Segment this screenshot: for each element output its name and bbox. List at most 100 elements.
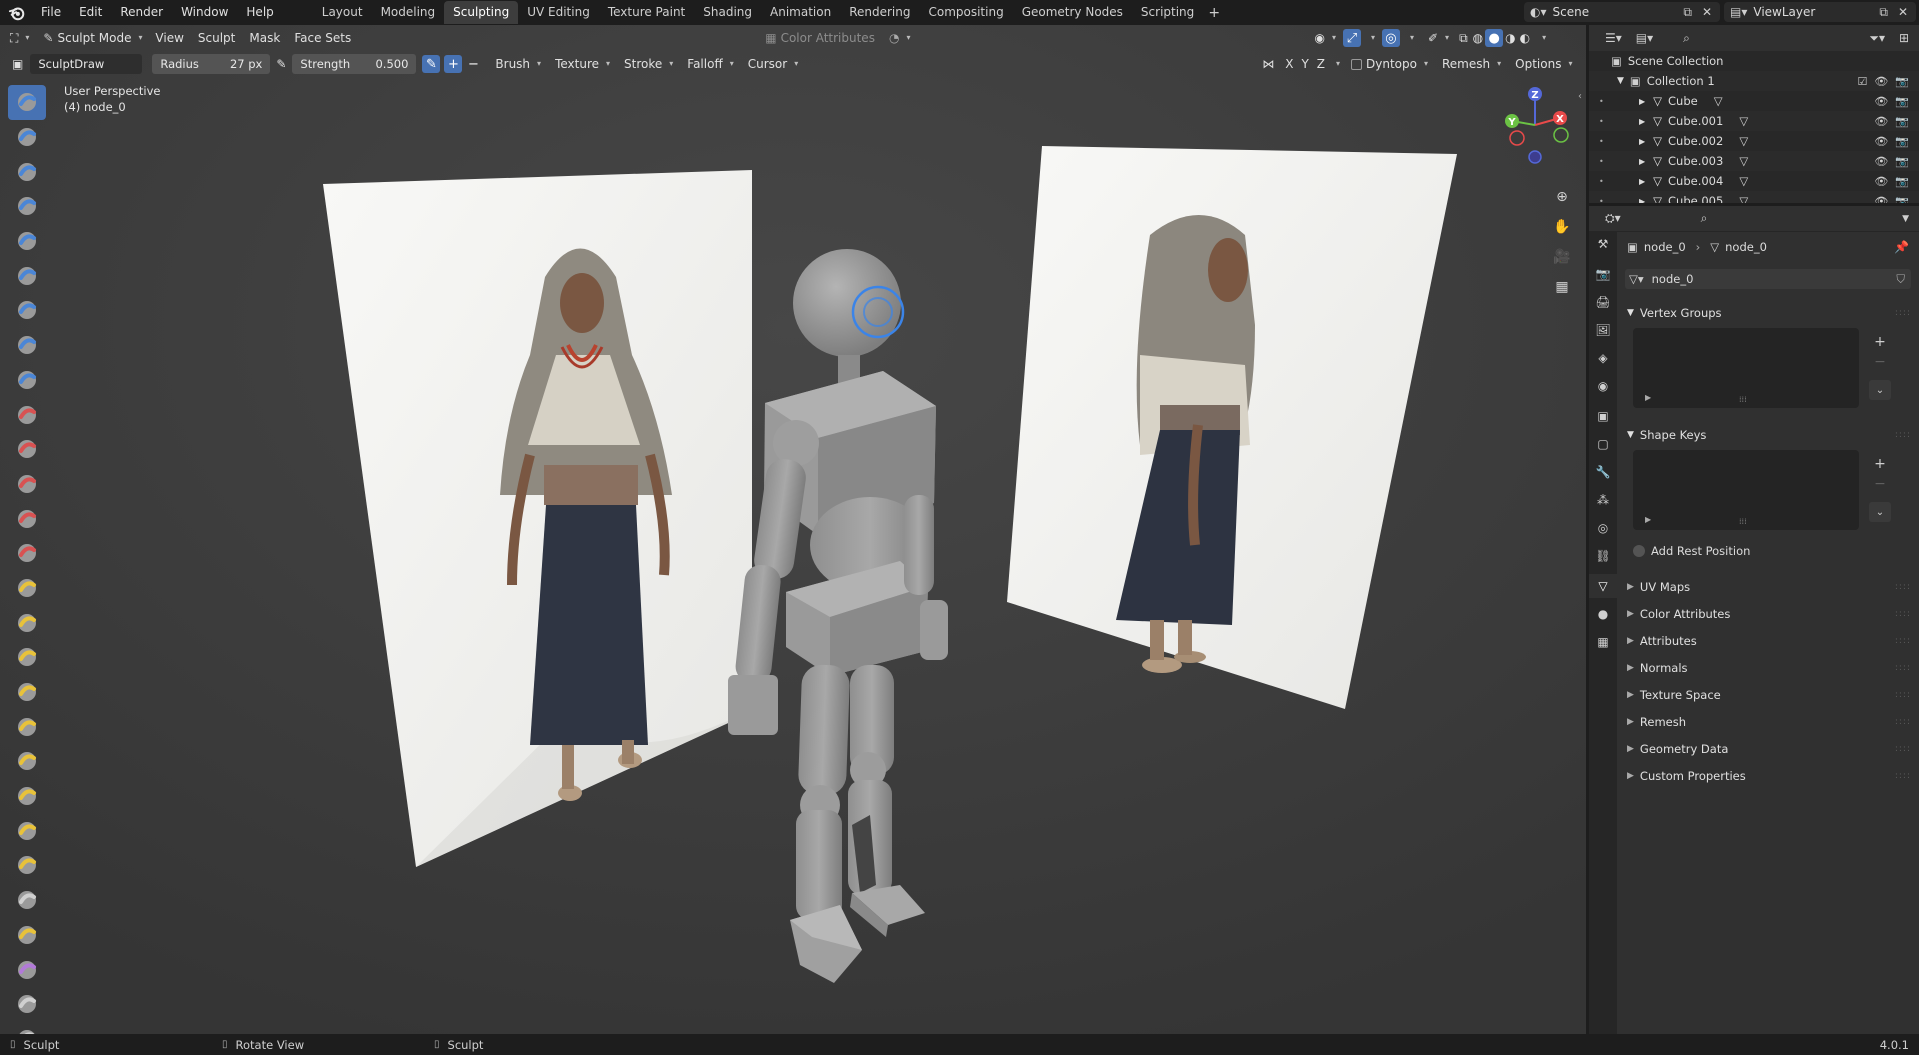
tool-boundary-icon[interactable] bbox=[8, 883, 46, 918]
brush-name-field[interactable]: SculptDraw bbox=[30, 54, 143, 74]
stroke-dropdown[interactable]: Stroke ▾ bbox=[617, 53, 680, 75]
tool-clay-thumb-icon[interactable] bbox=[8, 224, 46, 259]
properties-tab-modifiers-icon[interactable]: 🔧 bbox=[1589, 460, 1617, 484]
tool-clay-icon[interactable] bbox=[8, 154, 46, 189]
properties-tab-view-layer-icon[interactable]: 🖼 bbox=[1589, 318, 1617, 342]
properties-tab-object-data-icon[interactable]: ▽ bbox=[1589, 574, 1617, 598]
dyntopo-toggle[interactable]: Dyntopo ▾ bbox=[1344, 53, 1435, 75]
shape-key-remove-button[interactable]: − bbox=[1869, 474, 1891, 494]
properties-tab-tool-icon[interactable]: ⚒ bbox=[1589, 232, 1617, 256]
menu-render[interactable]: Render bbox=[111, 0, 172, 25]
shape-key-add-button[interactable]: + bbox=[1869, 454, 1891, 474]
tool-rotate-icon[interactable] bbox=[8, 813, 46, 848]
gizmo-dropdown[interactable]: ▾ bbox=[1361, 27, 1382, 49]
shape-keys-list-resize-icon[interactable]: ⁞⁞⁞ bbox=[1739, 517, 1747, 526]
strength-field[interactable]: Strength 0.500 bbox=[292, 54, 417, 74]
object-expand-arrow-icon[interactable]: ▶ bbox=[1639, 197, 1645, 204]
tab-shading[interactable]: Shading bbox=[694, 1, 761, 24]
vertex-group-remove-button[interactable]: − bbox=[1869, 352, 1891, 372]
dyntopo-checkbox[interactable] bbox=[1351, 58, 1363, 70]
navigation-gizmo[interactable]: Z X Y bbox=[1500, 85, 1570, 165]
object-camera-icon[interactable]: 📷 bbox=[1895, 195, 1909, 204]
properties-tab-physics-icon[interactable]: ◎ bbox=[1589, 516, 1617, 540]
panel-header-geometry-data[interactable]: ▶ Geometry Data bbox=[1627, 742, 1728, 756]
tab-modeling[interactable]: Modeling bbox=[372, 1, 445, 24]
properties-tab-scene-icon[interactable]: ◈ bbox=[1589, 346, 1617, 370]
overlays-dropdown[interactable]: ▾ bbox=[1400, 27, 1421, 49]
object-expand-arrow-icon[interactable]: ▶ bbox=[1639, 157, 1645, 166]
tab-scripting[interactable]: Scripting bbox=[1132, 1, 1203, 24]
radius-field[interactable]: Radius 27 px bbox=[152, 54, 271, 74]
vertex-group-menu-button[interactable]: ⌄ bbox=[1869, 380, 1891, 400]
outliner-filter-icon[interactable]: ⏷▾ bbox=[1869, 31, 1885, 46]
pan-hand-icon[interactable]: ✋ bbox=[1548, 213, 1576, 241]
menu-edit[interactable]: Edit bbox=[70, 0, 111, 25]
tool-cloth-icon[interactable] bbox=[8, 918, 46, 953]
scene-copy-icon[interactable]: ⧉ bbox=[1683, 5, 1692, 20]
falloff-dropdown[interactable]: Falloff ▾ bbox=[680, 53, 740, 75]
scene-close-icon[interactable]: ✕ bbox=[1702, 5, 1712, 19]
object-expand-icon[interactable]: • bbox=[1599, 157, 1604, 166]
collection-expand-icon[interactable]: ▼ bbox=[1617, 76, 1624, 86]
blender-logo-icon[interactable] bbox=[8, 4, 26, 22]
object-expand-icon[interactable]: • bbox=[1599, 117, 1604, 126]
strength-pressure-icon[interactable]: ✎ bbox=[422, 55, 441, 73]
tab-geometry-nodes[interactable]: Geometry Nodes bbox=[1013, 1, 1132, 24]
tool-simplify-icon[interactable] bbox=[8, 952, 46, 987]
object-camera-icon[interactable]: 📷 bbox=[1895, 95, 1909, 108]
brush-dropdown[interactable]: Brush ▾ bbox=[488, 53, 548, 75]
xray-brush-icon[interactable]: ✐ ▾ bbox=[1421, 27, 1456, 49]
object-expand-arrow-icon[interactable]: ▶ bbox=[1639, 117, 1645, 126]
color-attributes-button[interactable]: ▦ Color Attributes bbox=[758, 27, 882, 49]
scene-selector[interactable]: ◐▾ Scene ⧉ ✕ bbox=[1524, 2, 1720, 22]
overlay-canvas-button[interactable]: ◔ ▾ bbox=[882, 27, 918, 49]
menu-sculpt[interactable]: Sculpt bbox=[191, 27, 242, 49]
tool-smooth-icon[interactable] bbox=[8, 397, 46, 432]
panel-header-color-attributes[interactable]: ▶ Color Attributes bbox=[1627, 607, 1730, 621]
tab-compositing[interactable]: Compositing bbox=[919, 1, 1012, 24]
vertex-group-add-button[interactable]: + bbox=[1869, 332, 1891, 352]
tab-animation[interactable]: Animation bbox=[761, 1, 840, 24]
view-layer-close-icon[interactable]: ✕ bbox=[1898, 5, 1908, 19]
tool-nudge-icon[interactable] bbox=[8, 779, 46, 814]
panel-header-custom-properties[interactable]: ▶ Custom Properties bbox=[1627, 769, 1746, 783]
panel-grip-icon[interactable]: :::: bbox=[1895, 636, 1911, 646]
outliner-new-collection-icon[interactable]: ⊞ bbox=[1899, 31, 1909, 45]
tool-draw-sharp-icon[interactable] bbox=[8, 120, 46, 155]
remesh-dropdown[interactable]: Remesh ▾ bbox=[1435, 53, 1508, 75]
radius-pen-icon[interactable]: ✎ bbox=[270, 53, 292, 75]
object-expand-icon[interactable]: • bbox=[1599, 177, 1604, 186]
zoom-icon[interactable]: ⊕ bbox=[1548, 183, 1576, 211]
tool-slide-relax-icon[interactable] bbox=[8, 848, 46, 883]
gizmo-neg-x[interactable] bbox=[1509, 130, 1525, 146]
menu-help[interactable]: Help bbox=[237, 0, 282, 25]
outliner-object-row[interactable]: • ▶ ▽ Cube.005 ▽ 👁 📷 bbox=[1589, 191, 1919, 203]
shading-dropdown[interactable]: ▾ bbox=[1532, 27, 1553, 49]
object-expand-arrow-icon[interactable]: ▶ bbox=[1639, 137, 1645, 146]
tool-draw-icon[interactable] bbox=[8, 85, 46, 120]
panel-header-texture-space[interactable]: ▶ Texture Space bbox=[1627, 688, 1721, 702]
tool-multiplane-scrape-icon[interactable] bbox=[8, 536, 46, 571]
object-camera-icon[interactable]: 📷 bbox=[1895, 135, 1909, 148]
properties-collapse-icon[interactable]: ▼ bbox=[1902, 214, 1909, 224]
shading-material-icon[interactable]: ◑ bbox=[1503, 27, 1517, 49]
object-eye-icon[interactable]: 👁 bbox=[1874, 155, 1888, 168]
collection-checkbox-icon[interactable]: ☑ bbox=[1857, 75, 1867, 88]
brush-preview-icon[interactable]: ▣ bbox=[0, 53, 30, 75]
panel-header-attributes[interactable]: ▶ Attributes bbox=[1627, 634, 1697, 648]
properties-tab-texture-icon[interactable]: ▦ bbox=[1589, 630, 1617, 654]
shape-keys-grip-icon[interactable]: :::: bbox=[1895, 430, 1911, 440]
properties-tab-particles-icon[interactable]: ⁂ bbox=[1589, 488, 1617, 512]
perspective-grid-icon[interactable]: ▦ bbox=[1548, 273, 1576, 301]
tool-thumb-icon[interactable] bbox=[8, 709, 46, 744]
direction-add-icon[interactable]: + bbox=[444, 55, 463, 73]
object-eye-icon[interactable]: 👁 bbox=[1874, 115, 1888, 128]
tool-scrape-icon[interactable] bbox=[8, 501, 46, 536]
visibility-button[interactable]: ◉ ▾ bbox=[1307, 27, 1343, 49]
shading-wireframe-icon[interactable]: ◍ bbox=[1471, 27, 1485, 49]
shape-keys-list[interactable]: ▶ ⁞⁞⁞ bbox=[1633, 450, 1859, 530]
panel-header-normals[interactable]: ▶ Normals bbox=[1627, 661, 1688, 675]
direction-subtract-icon[interactable]: − bbox=[464, 55, 482, 73]
panel-header-uv-maps[interactable]: ▶ UV Maps bbox=[1627, 580, 1690, 594]
outliner-scene-collection[interactable]: ▣ Scene Collection bbox=[1589, 51, 1919, 71]
